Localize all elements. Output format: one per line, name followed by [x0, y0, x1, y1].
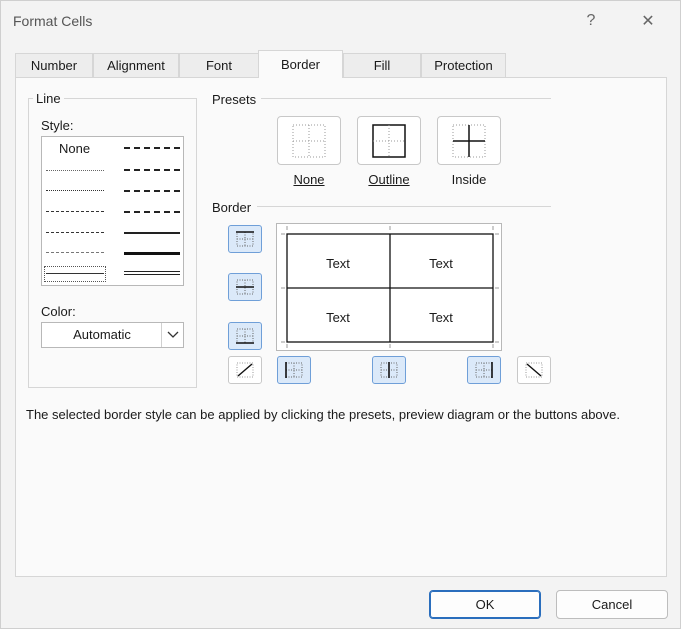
tab-font[interactable]: Font: [179, 53, 259, 77]
preset-inside-icon: [452, 124, 486, 157]
preview-text-bottom-right: Text: [429, 310, 453, 325]
diagonal-down-icon: [525, 362, 543, 378]
help-button[interactable]: ?: [571, 7, 611, 35]
presets-title: Presets: [212, 92, 257, 107]
style-label: Style:: [41, 118, 74, 133]
tab-protection[interactable]: Protection: [421, 53, 506, 77]
cancel-button[interactable]: Cancel: [556, 590, 668, 619]
border-bottom-button[interactable]: [228, 322, 262, 350]
line-style-dashed[interactable]: [46, 252, 104, 253]
chevron-down-icon[interactable]: [161, 323, 183, 347]
border-bottom-icon: [236, 328, 254, 344]
border-left-button[interactable]: [277, 356, 311, 384]
preset-outline-icon: [372, 123, 406, 158]
preset-outline-label: Outline: [368, 172, 410, 187]
preset-inside-button[interactable]: [437, 116, 501, 165]
line-style-medium-dash-dot[interactable]: [124, 190, 180, 192]
line-style-dotted[interactable]: [46, 190, 104, 191]
line-style-thick[interactable]: [124, 252, 180, 255]
color-label: Color:: [41, 304, 76, 319]
line-group-title: Line: [33, 91, 64, 106]
format-cells-dialog: Format Cells ? ✕ Number Alignment Font B…: [0, 0, 681, 629]
border-right-button[interactable]: [467, 356, 501, 384]
border-top-icon: [236, 231, 254, 247]
diagonal-up-icon: [236, 362, 254, 378]
line-style-dash-dot[interactable]: [46, 232, 104, 233]
border-left-icon: [285, 362, 303, 378]
border-inside-horizontal-icon: [236, 279, 254, 295]
color-dropdown[interactable]: Automatic: [41, 322, 184, 348]
line-style-thin: [46, 273, 104, 274]
preview-text-bottom-left: Text: [326, 310, 350, 325]
border-inside-vertical-button[interactable]: [372, 356, 406, 384]
border-inside-vertical-icon: [380, 362, 398, 378]
line-style-dash-dot-dot[interactable]: [46, 211, 104, 212]
border-preview-grid: [281, 226, 499, 348]
tab-border[interactable]: Border: [258, 50, 343, 78]
border-diagonal-up-button[interactable]: [228, 356, 262, 384]
line-style-medium-dash-dot-dot[interactable]: [124, 147, 180, 149]
border-title: Border: [212, 200, 252, 215]
preset-none-label: None: [293, 172, 325, 187]
ok-button[interactable]: OK: [429, 590, 541, 619]
preview-text-top-left: Text: [326, 256, 350, 271]
preset-outline-button[interactable]: [357, 116, 421, 165]
border-top-button[interactable]: [228, 225, 262, 253]
dialog-title: Format Cells: [13, 13, 93, 29]
help-text: The selected border style can be applied…: [26, 407, 621, 422]
line-style-none[interactable]: None: [59, 141, 90, 156]
close-button[interactable]: ✕: [628, 7, 668, 35]
tab-fill[interactable]: Fill: [343, 53, 421, 77]
border-inside-horizontal-button[interactable]: [228, 273, 262, 301]
line-style-thin-selected[interactable]: [44, 266, 106, 282]
border-right-icon: [475, 362, 493, 378]
border-preview[interactable]: Text Text Text Text: [276, 223, 502, 351]
preset-inside-label: Inside: [451, 172, 487, 187]
border-diagonal-down-button[interactable]: [517, 356, 551, 384]
border-separator: [257, 206, 551, 207]
tab-number[interactable]: Number: [15, 53, 93, 77]
line-style-list[interactable]: None: [41, 136, 184, 286]
line-style-hair[interactable]: [46, 170, 104, 171]
line-style-medium[interactable]: [124, 232, 180, 234]
tab-alignment[interactable]: Alignment: [93, 53, 179, 77]
presets-separator: [261, 98, 551, 99]
title-bar: Format Cells ? ✕: [1, 1, 680, 41]
line-style-medium-dashed[interactable]: [124, 211, 180, 213]
preview-text-top-right: Text: [429, 256, 453, 271]
color-value: Automatic: [73, 327, 131, 342]
preset-none-icon: [292, 124, 326, 157]
line-style-slant-dash-dot[interactable]: [124, 169, 180, 171]
preset-none-button[interactable]: [277, 116, 341, 165]
line-style-double[interactable]: [124, 271, 180, 275]
